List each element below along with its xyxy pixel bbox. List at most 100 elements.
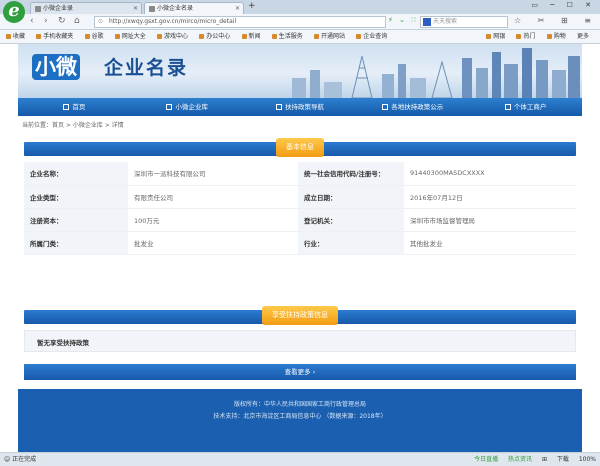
field-value: 其他批发业 bbox=[404, 231, 576, 255]
bookmark-item[interactable]: 谷歌 bbox=[84, 30, 104, 43]
bookmark-label: 购物 bbox=[553, 33, 566, 40]
news-icon bbox=[241, 34, 247, 39]
nav-enterprise-library[interactable]: 小微企业库 bbox=[131, 98, 244, 116]
tab-label: 小微企业录 bbox=[43, 5, 74, 12]
address-bar[interactable]: ⊙ http://xwqy.gsxt.gov.cn/mirco/micro_det… bbox=[94, 16, 386, 28]
support-header: 享受扶持政策信息 bbox=[24, 306, 576, 325]
page-icon bbox=[149, 5, 155, 12]
bank-icon bbox=[486, 34, 492, 39]
table-row: 企业名称： 深圳市一派科技有限公司 统一社会信用代码/注册号： 91440300… bbox=[24, 162, 576, 186]
nav-label: 扶持政策导航 bbox=[284, 103, 324, 111]
status-download[interactable]: 下载 bbox=[557, 456, 569, 463]
bookmark-label: 更多 bbox=[576, 33, 589, 40]
news-icon bbox=[382, 104, 389, 110]
bookmark-label: 网银 bbox=[493, 33, 506, 40]
bookmark-item[interactable]: 网址大全 bbox=[114, 30, 146, 43]
user-icon bbox=[504, 104, 511, 110]
search-engine-icon[interactable] bbox=[423, 18, 431, 26]
site-banner: 小微 企业名录 bbox=[18, 44, 582, 98]
zoom-level[interactable]: 100% bbox=[579, 456, 596, 463]
site-footer: 版权所有：中华人民共和国国家工商行政管理总局 技术支持：北京市海淀区工商局信息中… bbox=[18, 389, 582, 452]
browser-toolbar: ‹ › ↻ ⌂ ⊙ http://xwqy.gsxt.gov.cn/mirco/m… bbox=[0, 14, 600, 30]
field-label: 注册资本： bbox=[24, 208, 128, 232]
main-nav: 首页 小微企业库 扶持政策导航 各地扶持政策公示 个体工商户 bbox=[18, 98, 582, 116]
bookmark-item[interactable]: 热门 bbox=[516, 30, 536, 43]
web-icon bbox=[114, 34, 120, 39]
field-label: 成立日期： bbox=[298, 185, 404, 209]
browser-status-bar: ☺ 正在完成 今日直播 热点资讯 ⊞ 下载 100% bbox=[0, 452, 600, 466]
browser-tab-1[interactable]: 小微企业录 ✕ bbox=[30, 2, 142, 14]
office-icon bbox=[199, 34, 205, 39]
nav-local-policy[interactable]: 各地扶持政策公示 bbox=[356, 98, 469, 116]
bookmark-label: 办公中心 bbox=[206, 33, 231, 40]
game-icon bbox=[157, 34, 162, 39]
browser-tab-bar: e 小微企业录 ✕ 小微企业名录 ✕ + ▭ ─ ☐ ✕ bbox=[0, 0, 600, 23]
bookmark-item[interactable]: 生活服务 bbox=[271, 30, 303, 43]
bookmark-item[interactable]: 新闻 bbox=[241, 30, 261, 43]
home-icon[interactable]: ⌂ bbox=[74, 16, 80, 27]
close-icon[interactable]: ✕ bbox=[235, 3, 240, 14]
status-live[interactable]: 今日直播 bbox=[474, 456, 498, 463]
basic-info-table: 企业名称： 深圳市一派科技有限公司 统一社会信用代码/注册号： 91440300… bbox=[24, 162, 576, 255]
bookmark-more[interactable]: 更多 bbox=[576, 30, 589, 43]
support-title: 享受扶持政策信息 bbox=[262, 306, 338, 325]
back-icon[interactable]: ‹ bbox=[30, 16, 34, 27]
field-label: 企业类型： bbox=[24, 185, 128, 209]
service-icon bbox=[271, 34, 277, 39]
field-label: 所属门类： bbox=[24, 231, 128, 255]
bookmark-item[interactable]: 游戏中心 bbox=[157, 30, 189, 43]
field-value: 100万元 bbox=[128, 208, 298, 232]
table-row: 所属门类： 批发业 行业： 其他批发业 bbox=[24, 231, 576, 255]
new-tab-button[interactable]: + bbox=[248, 1, 256, 11]
breadcrumb: 当前位置：首页 > 小微企业库 > 详情 bbox=[22, 122, 124, 129]
bookmark-item[interactable]: 收藏 bbox=[6, 30, 26, 43]
status-text: ☺ 正在完成 bbox=[4, 456, 37, 463]
bookmark-label: 热门 bbox=[523, 33, 536, 40]
bookmark-item[interactable]: 企业查询 bbox=[356, 30, 387, 43]
bookmark-item[interactable]: 办公中心 bbox=[199, 30, 231, 43]
bookmark-item[interactable]: 开通网站 bbox=[314, 30, 345, 43]
toolbar-icons[interactable]: ☆ ✂ ⊞ ≡ bbox=[514, 16, 598, 25]
forward-icon[interactable]: › bbox=[44, 16, 48, 27]
bookmark-label: 生活服务 bbox=[278, 33, 303, 40]
nav-label: 小微企业库 bbox=[175, 103, 208, 111]
bookmark-item[interactable]: 购物 bbox=[546, 30, 566, 43]
footer-support: 技术支持：北京市海淀区工商局信息中心 （数据来源：2018年） bbox=[213, 413, 387, 420]
bookmark-label: 谷歌 bbox=[91, 33, 104, 40]
field-value: 91440300MA5DCXXXX bbox=[404, 162, 576, 186]
close-icon[interactable]: ✕ bbox=[133, 3, 138, 14]
hot-icon bbox=[516, 34, 522, 39]
bookmark-label: 新闻 bbox=[248, 33, 261, 40]
bookmark-item[interactable]: 手机收藏夹 bbox=[36, 30, 74, 43]
lock-icon: ⊙ bbox=[98, 18, 104, 25]
browser-tab-2[interactable]: 小微企业名录 ✕ bbox=[144, 2, 244, 14]
table-row: 企业类型： 有限责任公司 成立日期： 2016年07月12日 bbox=[24, 185, 576, 209]
view-more-button[interactable]: 查看更多 › bbox=[24, 364, 576, 380]
star-icon bbox=[6, 34, 11, 39]
bookmark-item[interactable]: 网银 bbox=[486, 30, 506, 43]
refresh-icon[interactable]: ↻ bbox=[58, 16, 66, 27]
search-placeholder: 天天搜索 bbox=[433, 18, 458, 25]
bookmark-label: 游戏中心 bbox=[164, 33, 189, 40]
address-actions[interactable]: ⚡ ⌄ ∷ bbox=[388, 16, 418, 24]
search-input[interactable]: 天天搜索 bbox=[420, 16, 508, 28]
status-news[interactable]: 热点资讯 bbox=[508, 456, 532, 463]
footer-copyright: 版权所有：中华人民共和国国家工商行政管理总局 bbox=[233, 401, 366, 408]
list-icon bbox=[166, 104, 173, 110]
grid-icon[interactable]: ⊞ bbox=[542, 456, 547, 463]
home-icon bbox=[63, 104, 70, 110]
tab-label: 小微企业名录 bbox=[157, 5, 194, 12]
field-label: 行业： bbox=[298, 231, 404, 255]
bookmark-label: 手机收藏夹 bbox=[43, 33, 74, 40]
phone-icon bbox=[36, 34, 42, 39]
window-controls[interactable]: ▭ ─ ☐ ✕ bbox=[531, 1, 596, 9]
browser-logo-icon[interactable]: e bbox=[3, 1, 25, 23]
nav-home[interactable]: 首页 bbox=[18, 98, 131, 116]
nav-policy-guide[interactable]: 扶持政策导航 bbox=[244, 98, 357, 116]
nav-individual-business[interactable]: 个体工商户 bbox=[469, 98, 582, 116]
field-label: 登记机关： bbox=[298, 208, 404, 232]
bookmark-label: 收藏 bbox=[13, 33, 26, 40]
table-row: 注册资本： 100万元 登记机关： 深圳市市场监督管理局 bbox=[24, 208, 576, 232]
bookmark-label: 网址大全 bbox=[121, 33, 146, 40]
support-row: 暂无享受扶持政策 bbox=[24, 330, 576, 352]
